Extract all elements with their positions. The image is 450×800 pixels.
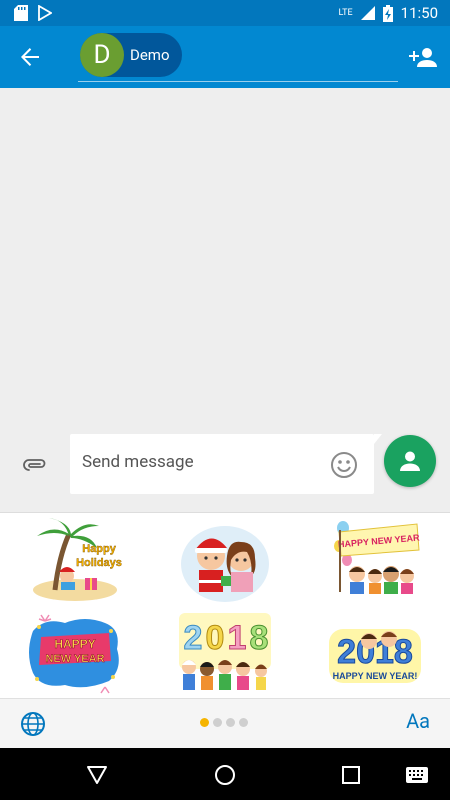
back-button[interactable] — [0, 26, 60, 88]
sticker-digit-8: 8 — [250, 619, 269, 657]
nav-home-button[interactable] — [212, 762, 238, 788]
sticker-text-new-year: NEW YEAR — [45, 653, 104, 665]
person-icon — [400, 451, 420, 471]
battery-charging-icon — [382, 4, 393, 22]
sticker-panel-footer: Aa — [0, 698, 450, 748]
circle-home-icon — [215, 765, 235, 785]
nav-back-button[interactable] — [84, 762, 110, 788]
sd-card-icon — [14, 5, 28, 21]
page-indicator — [200, 718, 248, 727]
lte-label: LTE — [338, 8, 353, 18]
sticker-happy-holidays[interactable]: Happy Holidays — [0, 513, 150, 606]
sticker-christmas-kids[interactable] — [150, 513, 300, 606]
sticker-digit-2: 2 — [184, 619, 203, 657]
page-dot-3[interactable] — [226, 718, 235, 727]
contact-fab-button[interactable] — [384, 435, 436, 487]
square-recents-icon — [342, 766, 360, 784]
navigation-bar — [0, 748, 450, 800]
status-time: 11:50 — [400, 4, 438, 22]
sticker-2018-happy-new-year[interactable]: 2018 HAPPY NEW YEAR! — [300, 606, 450, 699]
nav-recents-button[interactable] — [338, 762, 364, 788]
recipient-chip[interactable]: D Demo — [80, 33, 182, 77]
message-input[interactable] — [82, 452, 322, 472]
app-bar: D Demo — [0, 26, 450, 88]
sticker-digit-0: 0 — [206, 619, 225, 657]
arrow-back-icon — [21, 48, 39, 66]
sticker-text-happy-2: HAPPY — [54, 637, 95, 651]
signal-icon — [360, 6, 375, 20]
recipient-name: Demo — [130, 46, 170, 64]
globe-icon[interactable] — [20, 711, 46, 737]
status-bar: LTE 11:50 — [0, 0, 450, 26]
avatar: D — [80, 33, 124, 77]
add-person-icon — [409, 48, 437, 67]
sticker-text-happy: Happy — [82, 543, 117, 555]
attach-icon — [23, 459, 46, 471]
sticker-happy-new-year-fireworks[interactable]: HAPPY NEW YEAR — [0, 606, 150, 699]
sticker-text-hny-small: HAPPY NEW YEAR! — [333, 671, 418, 681]
font-style-button[interactable]: Aa — [406, 709, 430, 733]
keyboard-icon — [406, 767, 428, 783]
conversation-area — [0, 88, 450, 428]
sticker-digit-1: 1 — [228, 619, 247, 657]
sticker-text-holidays: Holidays — [76, 557, 122, 569]
add-people-button[interactable] — [408, 42, 438, 72]
nav-keyboard-button[interactable] — [404, 762, 430, 788]
sticker-2018-balloons[interactable]: 2 0 1 8 — [150, 606, 300, 699]
recipient-field[interactable]: D Demo — [78, 32, 398, 82]
compose-row — [0, 428, 450, 512]
attach-button[interactable] — [20, 450, 50, 480]
page-dot-1[interactable] — [200, 718, 209, 727]
play-store-icon — [38, 5, 52, 21]
compose-box — [70, 434, 382, 494]
sticker-panel: Happy Holidays HAPPY NEW YEAR HAPPY NEW … — [0, 512, 450, 698]
triangle-back-icon — [87, 766, 107, 784]
emoji-icon[interactable] — [330, 451, 358, 479]
page-dot-2[interactable] — [213, 718, 222, 727]
page-dot-4[interactable] — [239, 718, 248, 727]
sticker-happy-new-year-banner[interactable]: HAPPY NEW YEAR — [300, 513, 450, 606]
